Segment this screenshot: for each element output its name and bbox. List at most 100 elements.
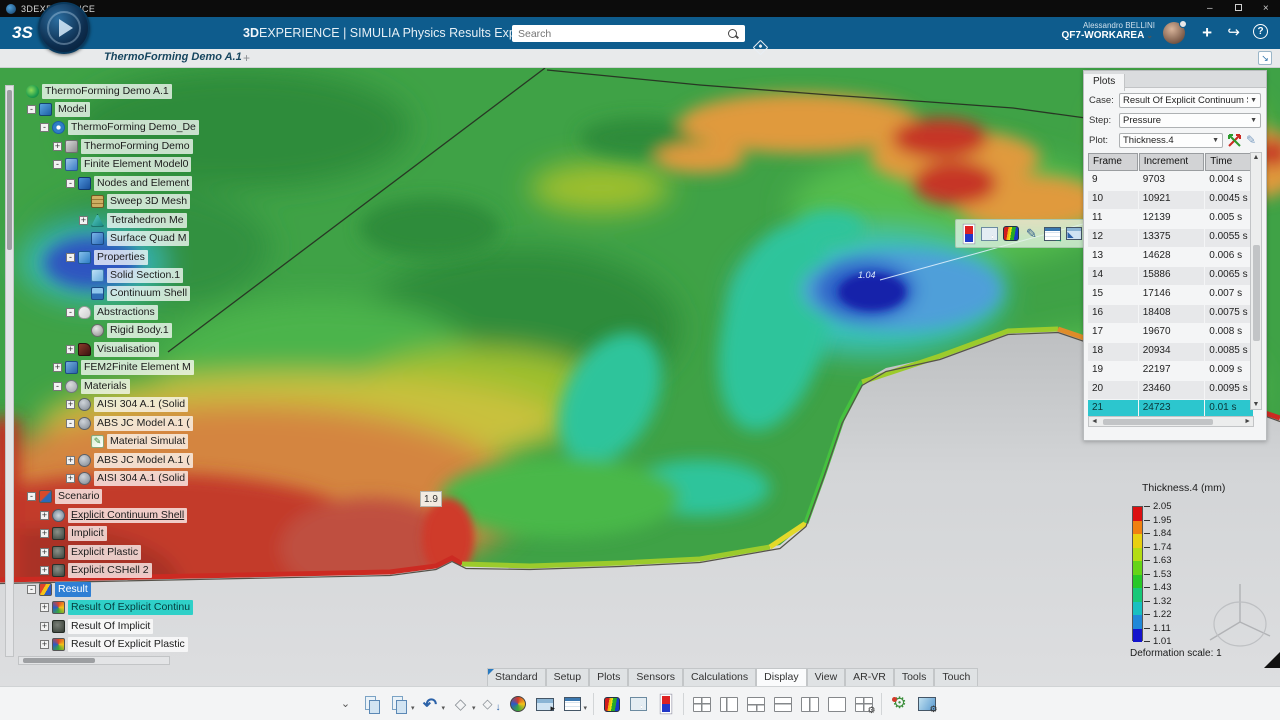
lay-bottom-button[interactable] [742,691,769,717]
frame-row-19[interactable]: 19221970.009 s [1088,361,1254,380]
ribbon-tab-standard[interactable]: Standard [487,668,546,686]
search-icon[interactable] [727,28,739,40]
maximize-button[interactable] [1224,3,1252,14]
expander-expand-icon[interactable]: + [40,640,49,649]
tree-item-thermoforming-demo[interactable]: +ThermoForming Demo [53,137,193,155]
minimize-button[interactable]: – [1196,3,1224,14]
ribbon-tab-tools[interactable]: Tools [894,668,935,686]
scrollbar-thumb[interactable] [1253,245,1260,341]
export-img-button[interactable] [913,691,940,717]
tree-item-result-of-implicit[interactable]: +Result Of Implicit [40,617,153,635]
frame-row-11[interactable]: 11121390.005 s [1088,209,1254,228]
tree-item-tetrahedron-me[interactable]: +Tetrahedron Me [79,211,187,229]
tree-item-explicit-cshell-2[interactable]: +Explicit CSHell 2 [40,562,152,580]
panel-dots-button[interactable] [625,691,652,717]
close-button[interactable]: × [1252,3,1280,14]
ribbon-tab-plots[interactable]: Plots [589,668,628,686]
new-tab-button[interactable]: + [243,51,250,65]
tree-item-material-simulat[interactable]: +Material Simulat [79,433,188,451]
case-select[interactable]: Result Of Explicit Continuum Shell ▼ [1119,93,1261,108]
sphere-button[interactable] [505,691,532,717]
expander-collapse-icon[interactable]: - [53,382,62,391]
tree-item-explicit-plastic[interactable]: +Explicit Plastic [40,543,141,561]
frame-row-9[interactable]: 997030.004 s [1088,171,1254,190]
tree-item-continuum-shell[interactable]: +Continuum Shell [79,285,190,303]
frame-row-10[interactable]: 10109210.0045 s [1088,190,1254,209]
frame-row-17[interactable]: 17196700.008 s [1088,323,1254,342]
search-input[interactable] [512,28,727,40]
tree-item-surface-quad-m[interactable]: +Surface Quad M [79,230,189,248]
edit-plot-icon[interactable]: ✎ [1246,133,1261,148]
tab-thermoforming-demo[interactable]: ThermoForming Demo A.1 [104,51,242,63]
tree-item-abs-jc-model-a-1[interactable]: -ABS JC Model A.1 ( [66,414,193,432]
expander-expand-icon[interactable]: + [66,474,75,483]
tree-item-materials[interactable]: -Materials [53,377,130,395]
3dexperience-compass[interactable] [38,2,90,54]
expander-expand-icon[interactable]: + [40,622,49,631]
tree-item-nodes-and-element[interactable]: -Nodes and Element [66,174,192,192]
frame-row-15[interactable]: 15171460.007 s [1088,285,1254,304]
tree-item-visualisation[interactable]: +Visualisation [66,340,159,358]
undo-button[interactable] [417,691,444,717]
expander-collapse-icon[interactable]: - [27,105,36,114]
frame-row-18[interactable]: 18209340.0085 s [1088,342,1254,361]
ribbon-tab-setup[interactable]: Setup [546,668,589,686]
scroll-down-icon[interactable]: ▼ [1251,401,1261,408]
expander-collapse-icon[interactable]: - [66,179,75,188]
lay-custom-button[interactable] [850,691,877,717]
tree-item-abs-jc-model-a-1[interactable]: +ABS JC Model A.1 ( [66,451,193,469]
tree-item-scenario[interactable]: -Scenario [27,488,102,506]
tree-item-thermoforming-demo-a-1[interactable]: +ThermoForming Demo A.1 [14,82,172,100]
scroll-up-icon[interactable]: ▲ [1251,154,1261,161]
import-button[interactable] [478,691,505,717]
tree-item-explicit-continuum-shell[interactable]: +Explicit Continuum Shell [40,506,187,524]
frame-row-14[interactable]: 14158860.0065 s [1088,266,1254,285]
expander-collapse-icon[interactable]: - [66,419,75,428]
tree-item-abstractions[interactable]: -Abstractions [66,303,158,321]
contour-button[interactable] [598,691,625,717]
tree-item-implicit[interactable]: +Implicit [40,525,107,543]
lay-quad-button[interactable] [688,691,715,717]
frame-row-20[interactable]: 20234600.0095 s [1088,380,1254,399]
ribbon-tab-sensors[interactable]: Sensors [628,668,683,686]
tab-plots[interactable]: Plots [1084,74,1125,91]
ribbon-tab-ar-vr[interactable]: AR-VR [845,668,894,686]
tree-item-thermoforming-demo-de[interactable]: -ThermoForming Demo_De [40,119,199,137]
pencil-button[interactable] [1021,222,1042,245]
scroll-right-icon[interactable]: ► [1244,418,1251,425]
lay-h-button[interactable] [769,691,796,717]
tree-item-aisi-304-a-1-solid[interactable]: +AISI 304 A.1 (Solid [66,469,188,487]
ribbon-tab-touch[interactable]: Touch [934,668,978,686]
expander-expand-icon[interactable]: + [53,363,62,372]
contour-button[interactable] [1000,222,1021,245]
panel-dots-button[interactable] [979,222,1000,245]
expander-collapse-icon[interactable]: - [66,308,75,317]
expander-collapse-icon[interactable]: - [40,123,49,132]
tree-item-rigid-body-1[interactable]: +Rigid Body.1 [79,322,172,340]
expander-expand-icon[interactable]: + [66,400,75,409]
legend-button[interactable] [652,691,679,717]
tree-item-finite-element-model0[interactable]: -Finite Element Model0 [53,156,191,174]
chevron-button[interactable] [332,691,359,717]
search-box[interactable] [512,25,745,42]
chart-view-button[interactable] [1063,222,1084,245]
ribbon-tab-calculations[interactable]: Calculations [683,668,756,686]
lay-v-button[interactable] [796,691,823,717]
tree-item-result-of-explicit-continu[interactable]: +Result Of Explicit Continu [40,599,193,617]
tree-item-model[interactable]: -Model [27,100,90,118]
plot-select[interactable]: Thickness.4 ▼ [1119,133,1223,148]
sync-plot-icon[interactable] [1227,133,1242,148]
lay-left-button[interactable] [715,691,742,717]
tree-item-properties[interactable]: -Properties [66,248,148,266]
scrollbar-thumb[interactable] [23,658,95,663]
column-header-time[interactable]: Time [1205,153,1253,171]
tree-item-result[interactable]: -Result [27,580,91,598]
frame-row-16[interactable]: 16184080.0075 s [1088,304,1254,323]
step-select[interactable]: Pressure ▼ [1119,113,1261,128]
expander-expand-icon[interactable]: + [66,456,75,465]
display-button[interactable] [532,691,559,717]
tree-item-sweep-3d-mesh[interactable]: +Sweep 3D Mesh [79,193,190,211]
expander-expand-icon[interactable]: + [40,548,49,557]
scrollbar-thumb[interactable] [1103,419,1213,425]
user-block[interactable]: Alessandro BELLINI QF7-WORKAREA⌄ [1062,21,1155,42]
